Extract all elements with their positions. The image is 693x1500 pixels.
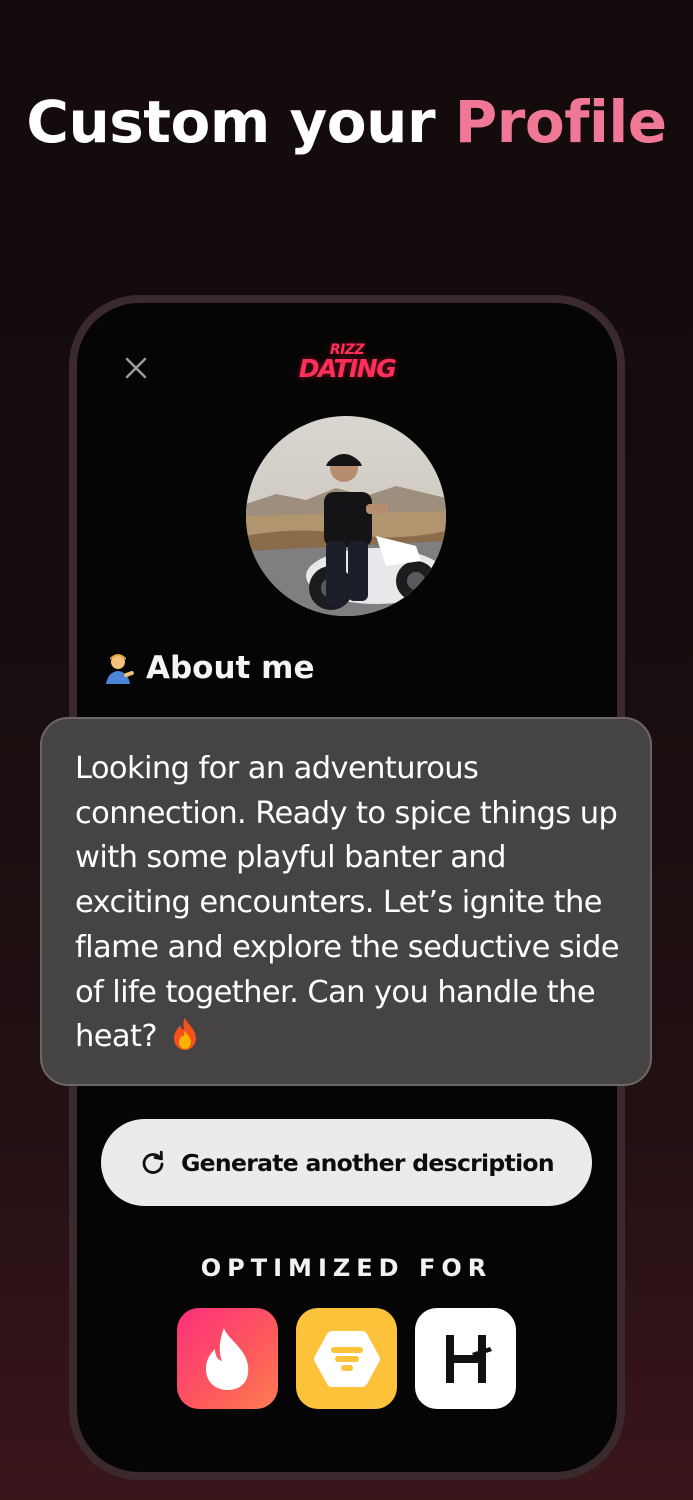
dating-app-list xyxy=(177,1308,516,1409)
tinder-app-icon[interactable] xyxy=(177,1308,278,1409)
fire-icon xyxy=(174,1018,197,1051)
bumble-hex-icon xyxy=(313,1330,380,1387)
hinge-app-icon[interactable] xyxy=(415,1308,516,1409)
optimized-for-label: OPTIMIZED FOR xyxy=(200,1254,493,1282)
person-tipping-hand-icon xyxy=(106,654,134,684)
about-me-label: About me xyxy=(146,650,315,686)
refresh-icon xyxy=(142,1150,164,1174)
description-card[interactable]: Looking for an adventurous connection. R… xyxy=(40,717,652,1086)
profile-photo xyxy=(246,416,446,616)
hinge-h-icon xyxy=(445,1334,492,1383)
app-logo: RIZZ DATING xyxy=(77,343,617,381)
headline-prefix: Custom your xyxy=(26,88,436,156)
bumble-app-icon[interactable] xyxy=(296,1308,397,1409)
profile-avatar[interactable] xyxy=(246,416,446,616)
page-headline: Custom your Profile xyxy=(0,88,693,156)
logo-line-2: DATING xyxy=(298,354,397,383)
generate-button-label: Generate another description xyxy=(181,1148,555,1177)
generate-description-button[interactable]: Generate another description xyxy=(101,1119,592,1206)
description-text: Looking for an adventurous connection. R… xyxy=(75,751,620,1055)
about-me-heading: About me xyxy=(102,650,315,686)
headline-accent: Profile xyxy=(454,88,667,156)
tinder-flame-icon xyxy=(205,1327,248,1390)
